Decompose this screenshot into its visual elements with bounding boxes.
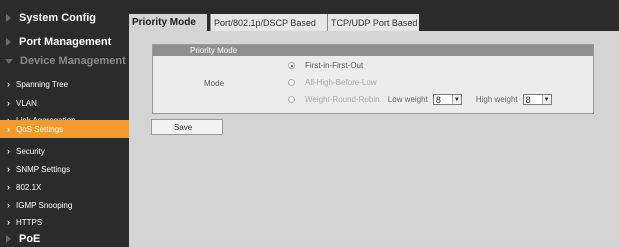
option-label: Weight-Round-Robin. xyxy=(305,95,382,104)
option-weight-round-robin[interactable]: Weight-Round-Robin. Low weight 8 ▼ High … xyxy=(288,94,552,105)
option-fifo[interactable]: First-in-First-Out xyxy=(288,61,363,70)
sidebar-item-igmp-snooping[interactable]: › IGMP Snooping xyxy=(0,196,129,214)
option-all-high-before-low[interactable]: All-High-Before-Low xyxy=(288,78,377,87)
high-weight-value: 8 xyxy=(525,94,531,105)
low-weight-select[interactable]: 8 ▼ xyxy=(432,94,462,105)
panel-title: Priority Mode xyxy=(153,45,593,56)
priority-mode-panel: Priority Mode Mode First-in-First-Out Al… xyxy=(152,44,594,114)
sidebar-item-label: PoE xyxy=(19,233,41,245)
sidebar-item-port-management[interactable]: Port Management xyxy=(0,33,129,51)
option-label: First-in-First-Out xyxy=(305,61,364,70)
expand-arrow-icon xyxy=(6,14,11,22)
tab-tcp-udp-port-based[interactable]: TCP/UDP Port Based xyxy=(327,14,419,31)
sidebar-item-label: Port Management xyxy=(19,36,112,48)
chevron-right-icon: › xyxy=(7,146,10,156)
sidebar-item-security[interactable]: › Security xyxy=(0,142,129,160)
tab-bar: Priority Mode Port/802.1p/DSCP Based TCP… xyxy=(129,0,619,31)
sidebar-item-system-config[interactable]: System Config xyxy=(0,9,129,27)
chevron-right-icon: › xyxy=(7,98,10,108)
high-weight-label: High weight xyxy=(475,95,518,104)
expand-arrow-icon xyxy=(6,38,11,46)
tab-priority-mode[interactable]: Priority Mode xyxy=(129,14,207,31)
tab-label: Port/802.1p/DSCP Based xyxy=(214,17,316,28)
sidebar-item-vlan[interactable]: › VLAN xyxy=(0,94,129,112)
chevron-right-icon: › xyxy=(7,182,10,192)
low-weight-label: Low weight xyxy=(387,95,428,104)
sidebar-item-label: SNMP Settings xyxy=(16,164,71,174)
option-label: All-High-Before-Low xyxy=(305,78,377,87)
sidebar-item-https[interactable]: › HTTPS xyxy=(0,213,129,231)
sidebar-item-label: Spanning Tree xyxy=(16,79,69,89)
sidebar-item-label: Device Management xyxy=(20,55,126,67)
save-button[interactable]: Save xyxy=(151,119,223,135)
tab-label: TCP/UDP Port Based xyxy=(331,17,418,28)
chevron-right-icon: › xyxy=(7,79,10,89)
low-weight-value: 8 xyxy=(435,94,441,105)
sidebar-item-label: 802.1X xyxy=(16,182,42,192)
sidebar-item-label: System Config xyxy=(19,12,97,24)
radio-all-high-before-low[interactable] xyxy=(288,79,295,86)
sidebar-item-qos-settings[interactable]: › QoS Settings xyxy=(0,120,129,138)
sidebar-item-label: VLAN xyxy=(16,98,37,108)
high-weight-select[interactable]: 8 ▼ xyxy=(522,94,552,105)
sidebar-item-8021x[interactable]: › 802.1X xyxy=(0,178,129,196)
chevron-right-icon: › xyxy=(7,124,10,134)
tab-port-8021p-dscp-based[interactable]: Port/802.1p/DSCP Based xyxy=(210,14,327,31)
sidebar-item-label: Security xyxy=(16,146,45,156)
sidebar-item-snmp-settings[interactable]: › SNMP Settings xyxy=(0,160,129,178)
sidebar-item-label: QoS Settings xyxy=(16,124,64,134)
sidebar-item-label: HTTPS xyxy=(16,217,43,227)
dropdown-arrow-icon: ▼ xyxy=(451,95,461,104)
sidebar-item-poe[interactable]: PoE xyxy=(0,230,129,247)
expand-arrow-icon xyxy=(6,235,11,243)
chevron-right-icon: › xyxy=(7,200,10,210)
sidebar-item-label: IGMP Snooping xyxy=(16,200,73,210)
chevron-right-icon: › xyxy=(7,217,10,227)
radio-fifo[interactable] xyxy=(288,62,295,69)
sidebar-item-spanning-tree[interactable]: › Spanning Tree xyxy=(0,75,129,93)
tab-label: Priority Mode xyxy=(132,17,196,28)
radio-weight-round-robin[interactable] xyxy=(288,96,295,103)
mode-label: Mode xyxy=(204,79,225,88)
sidebar: System Config Port Management Device Man… xyxy=(0,0,129,247)
content-area: Priority Mode Mode First-in-First-Out Al… xyxy=(129,31,619,247)
main-area: Priority Mode Port/802.1p/DSCP Based TCP… xyxy=(129,0,619,247)
sidebar-item-device-management[interactable]: Device Management xyxy=(0,52,129,70)
collapse-arrow-icon xyxy=(5,58,13,64)
chevron-right-icon: › xyxy=(7,164,10,174)
dropdown-arrow-icon: ▼ xyxy=(541,95,551,104)
